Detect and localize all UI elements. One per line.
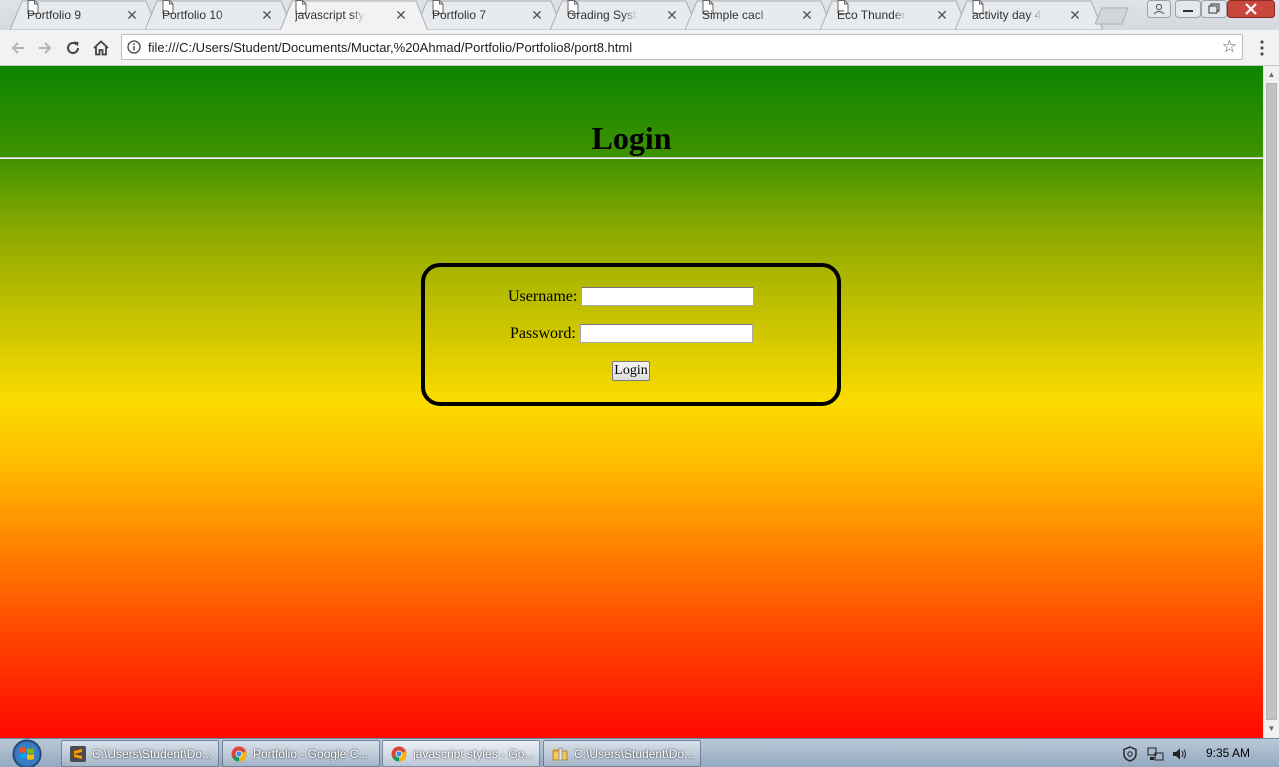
close-window-button[interactable] [1227, 0, 1275, 18]
tab-javascript-styles[interactable]: javascript styles ✕ [280, 0, 428, 31]
tab-title: javascript styles [295, 7, 365, 22]
tab-title: Portfolio 7 [432, 7, 487, 22]
volume-icon[interactable] [1171, 746, 1189, 762]
tab-simple-cacl[interactable]: Simple cacl ✕ [685, 0, 833, 30]
scroll-up-arrow-icon[interactable]: ▲ [1264, 68, 1279, 82]
login-button[interactable]: Login [612, 361, 650, 381]
password-input[interactable] [579, 324, 753, 343]
restore-icon [1201, 0, 1227, 18]
tab-portfolio-7[interactable]: Portfolio 7 ✕ [415, 0, 563, 30]
scroll-down-arrow-icon[interactable]: ▼ [1264, 722, 1279, 736]
taskbar-item-explorer[interactable]: C:\Users\Student\Do... [543, 740, 701, 767]
close-tab-icon[interactable]: ✕ [530, 8, 544, 22]
taskbar-item-chrome-portfolio[interactable]: Portfolio - Google C... [222, 740, 380, 767]
taskbar: C:\Users\Student\Do... Portfolio - Googl… [0, 738, 1279, 767]
scrollbar-thumb[interactable] [1266, 83, 1277, 720]
close-tab-icon[interactable]: ✕ [125, 8, 139, 22]
tab-portfolio-10[interactable]: Portfolio 10 ✕ [145, 0, 293, 30]
minimize-icon [1175, 0, 1201, 18]
address-url[interactable]: file:///C:/Users/Student/Documents/Mucta… [148, 40, 632, 55]
windows-logo-icon [12, 739, 42, 767]
minimize-button[interactable] [1175, 0, 1201, 18]
close-tab-icon[interactable]: ✕ [935, 8, 949, 22]
tab-grading-system[interactable]: Grading System ✕ [550, 0, 698, 30]
profile-button[interactable] [1147, 0, 1171, 18]
tab-title: activity day 4 [972, 7, 1042, 22]
restore-button[interactable] [1201, 0, 1227, 18]
home-button[interactable] [91, 38, 111, 58]
back-button[interactable] [8, 38, 28, 58]
home-icon [93, 40, 109, 56]
close-tab-icon[interactable]: ✕ [394, 8, 408, 22]
tab-portfolio-9[interactable]: Portfolio 9 ✕ [10, 0, 158, 30]
tab-title: Eco Thunder [837, 7, 906, 22]
info-icon[interactable] [127, 40, 141, 54]
start-button[interactable] [9, 739, 45, 767]
folder-icon [552, 747, 568, 760]
close-tab-icon[interactable]: ✕ [665, 8, 679, 22]
taskbar-item-label: C:\Users\Student\Do... [92, 746, 213, 761]
chrome-icon [231, 746, 247, 762]
taskbar-item-label: Portfolio - Google C... [253, 746, 369, 761]
taskbar-item-label: javascript styles - Go... [413, 746, 535, 761]
system-tray [1123, 739, 1189, 767]
sublime-text-icon [70, 745, 86, 762]
close-tab-icon[interactable]: ✕ [1068, 8, 1082, 22]
address-bar[interactable]: file:///C:/Users/Student/Documents/Mucta… [121, 34, 1243, 60]
taskbar-item-chrome-javascript[interactable]: javascript styles - Go... [382, 740, 540, 767]
tab-title: Portfolio 10 [162, 7, 223, 22]
password-label: Password: [510, 324, 576, 342]
login-form: Username: Password: Login [421, 263, 841, 406]
username-label: Username: [508, 287, 578, 305]
username-row: Username: [508, 287, 755, 306]
username-input[interactable] [581, 287, 755, 306]
page-title: Login [591, 120, 672, 156]
tab-title: Simple cacl [702, 7, 764, 22]
network-icon[interactable] [1147, 746, 1165, 762]
close-tab-icon[interactable]: ✕ [260, 8, 274, 22]
reload-icon [67, 41, 79, 54]
forward-arrow-icon [39, 42, 52, 54]
menu-icon[interactable] [1257, 39, 1267, 57]
reload-button[interactable] [63, 38, 83, 58]
vertical-scrollbar[interactable]: ▲ ▼ [1263, 66, 1279, 738]
tab-strip: Portfolio 9 ✕ Portfolio 10 ✕ Portfolio 7… [0, 0, 1279, 31]
profile-icon [1147, 0, 1171, 18]
tab-eco-thunder[interactable]: Eco Thunder ✕ [820, 0, 968, 30]
tab-title: Portfolio 9 [27, 7, 82, 22]
taskbar-item-sublime[interactable]: C:\Users\Student\Do... [61, 740, 219, 767]
clock[interactable]: 9:35 AM [1206, 746, 1250, 760]
divider [0, 157, 1263, 159]
back-arrow-icon [11, 42, 24, 54]
taskbar-item-label: C:\Users\Student\Do... [574, 746, 695, 761]
page-viewport: Login Username: Password: Login [0, 66, 1263, 738]
close-icon [1227, 0, 1275, 18]
browser-toolbar: file:///C:/Users/Student/Documents/Mucta… [0, 30, 1279, 66]
bookmark-star-icon[interactable]: ☆ [1222, 38, 1237, 56]
close-tab-icon[interactable]: ✕ [800, 8, 814, 22]
tab-title: Grading System [567, 7, 637, 22]
tab-activity-day-4[interactable]: activity day 4 ✕ [955, 0, 1103, 30]
chrome-icon [391, 746, 407, 762]
security-shield-icon[interactable] [1123, 745, 1137, 762]
forward-button[interactable] [35, 38, 55, 58]
password-row: Password: [510, 324, 753, 343]
new-tab-button[interactable] [1094, 7, 1129, 30]
